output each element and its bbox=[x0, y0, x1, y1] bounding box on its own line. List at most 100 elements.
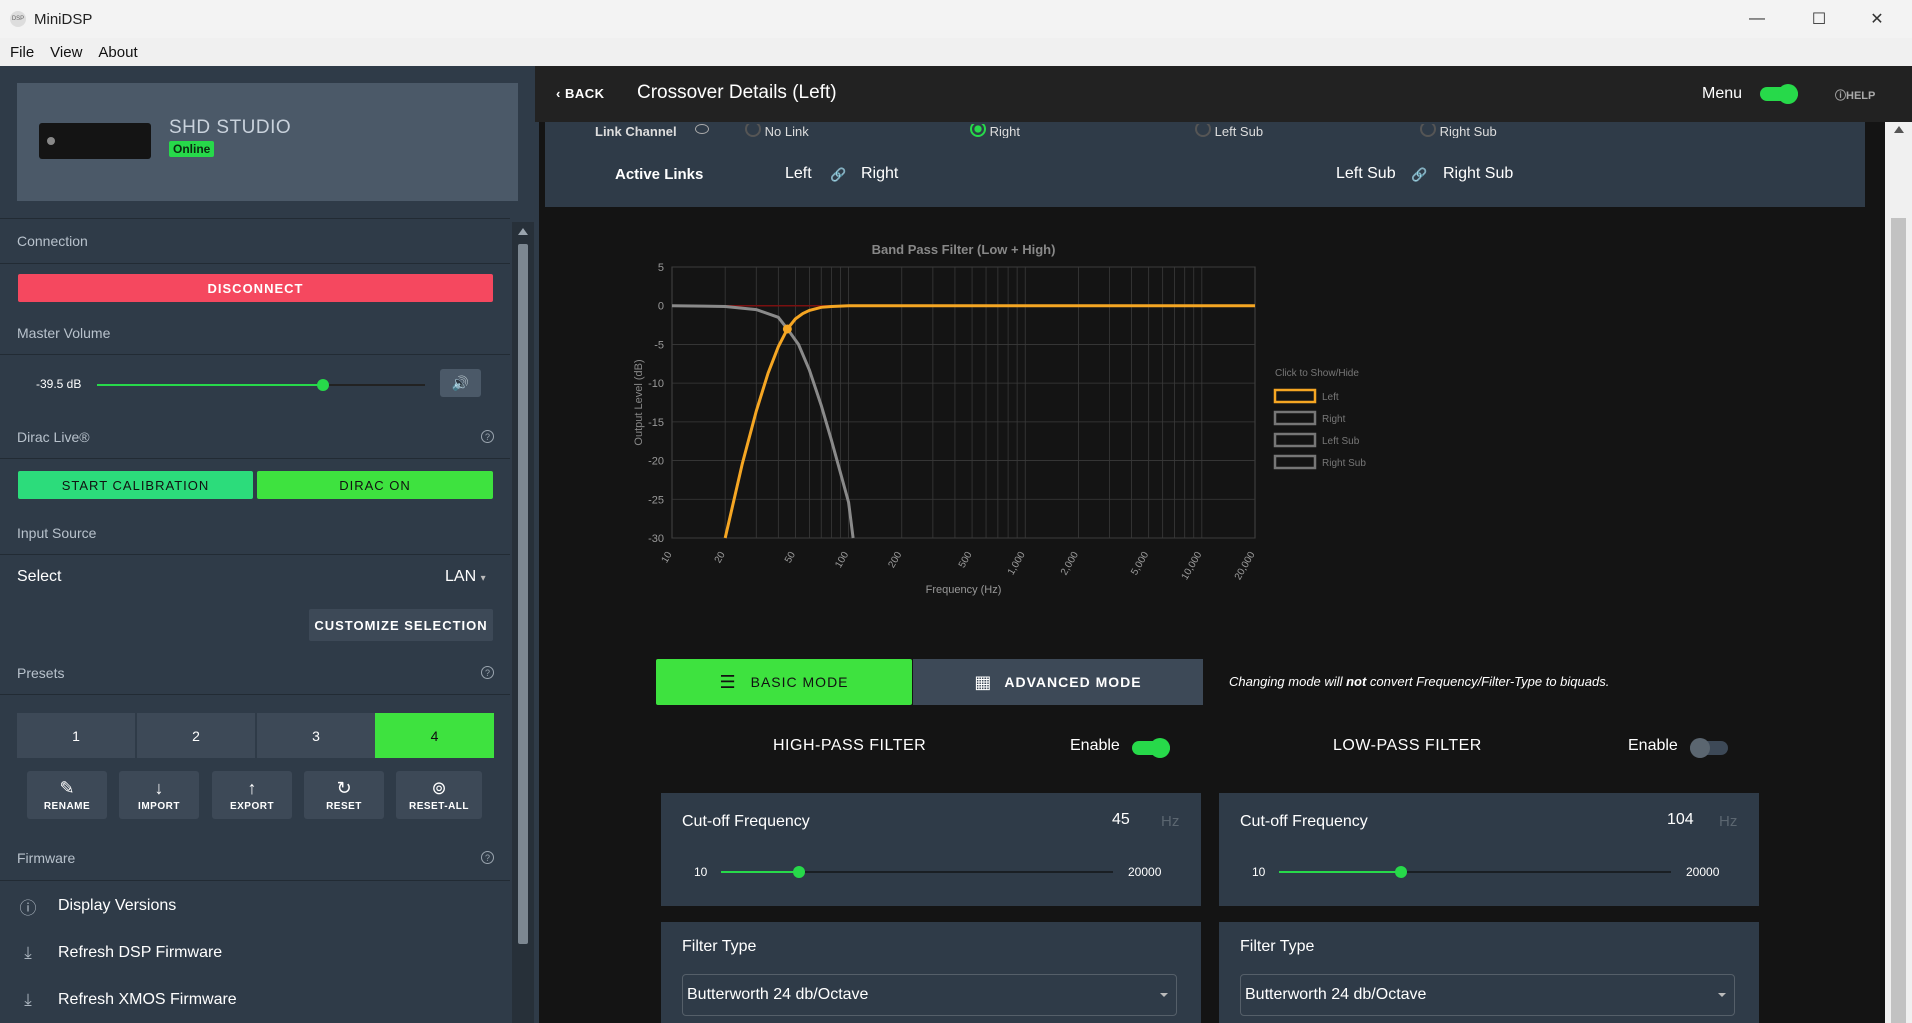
input-source-title: Input Source bbox=[17, 525, 97, 541]
x-tick-label: 5,000 bbox=[1129, 550, 1151, 578]
import-button[interactable]: ↓ IMPORT bbox=[119, 771, 199, 819]
sidebar-scroll-thumb[interactable] bbox=[518, 244, 528, 944]
active-link-b: Right Sub bbox=[1443, 165, 1514, 182]
hp-cutoff-slider[interactable] bbox=[721, 866, 1113, 878]
main-panel: Link Channel No Link Right Left Sub Righ… bbox=[535, 66, 1912, 1023]
help-icon[interactable]: ? bbox=[481, 430, 494, 443]
basic-mode-button[interactable]: ☰ BASIC MODE bbox=[656, 659, 912, 705]
preset-1[interactable]: 1 bbox=[17, 713, 135, 758]
speaker-icon[interactable]: 🔊 bbox=[440, 369, 481, 397]
status-badge: Online bbox=[169, 141, 215, 157]
x-tick-label: 2,000 bbox=[1059, 550, 1081, 578]
lp-enable-toggle[interactable] bbox=[1690, 738, 1728, 758]
help-button[interactable]: ⓘHELP bbox=[1835, 87, 1875, 103]
lp-min: 10 bbox=[1252, 865, 1266, 879]
y-tick-label: -20 bbox=[648, 456, 664, 468]
help-icon[interactable]: ? bbox=[481, 851, 494, 864]
hp-filter-type-label: Filter Type bbox=[682, 938, 757, 955]
reset-all-button[interactable]: ⊚ RESET-ALL bbox=[396, 771, 482, 819]
radio-unselected-icon bbox=[1420, 124, 1436, 137]
menu-toggle[interactable] bbox=[1760, 84, 1798, 104]
customize-selection-button[interactable]: CUSTOMIZE SELECTION bbox=[309, 609, 493, 641]
x-tick-label: 10,000 bbox=[1180, 550, 1205, 582]
volume-handle[interactable] bbox=[317, 379, 330, 391]
hp-min: 10 bbox=[694, 865, 708, 879]
close-icon[interactable]: ✕ bbox=[1848, 0, 1906, 38]
back-button[interactable]: ‹ BACK bbox=[556, 86, 605, 101]
import-icon: ↓ bbox=[154, 778, 164, 798]
divider bbox=[0, 880, 510, 881]
input-source-select[interactable]: LAN ▾ bbox=[445, 568, 486, 586]
legend-item: Right bbox=[1322, 414, 1346, 425]
band-pass-chart: Band Pass Filter (Low + High)50-5-10-15-… bbox=[633, 242, 1366, 596]
link-icon: 🔗 bbox=[1411, 167, 1428, 182]
mode-note: Changing mode will not convert Frequency… bbox=[1229, 674, 1609, 689]
y-axis-label: Output Level (dB) bbox=[633, 359, 645, 445]
x-axis-label: Frequency (Hz) bbox=[926, 584, 1002, 596]
display-versions-item[interactable]: ⓘ Display Versions bbox=[17, 895, 177, 918]
reset-all-icon: ⊚ bbox=[431, 778, 447, 798]
menu-file[interactable]: File bbox=[10, 44, 34, 61]
scroll-up-icon[interactable] bbox=[518, 228, 528, 235]
rename-label: RENAME bbox=[43, 801, 91, 812]
hp-enable-toggle[interactable] bbox=[1132, 738, 1170, 758]
window-title: MiniDSP bbox=[34, 10, 93, 28]
hp-filter-type-value: Butterworth 24 db/Octave bbox=[687, 986, 869, 1003]
link-option-right[interactable]: Right bbox=[970, 124, 1020, 138]
rename-button[interactable]: ✎ RENAME bbox=[27, 771, 107, 819]
sidebar-scrollbar[interactable] bbox=[512, 222, 534, 1023]
volume-fill bbox=[97, 384, 324, 386]
menu-view[interactable]: View bbox=[50, 44, 82, 61]
left-sub-label: Left Sub bbox=[1214, 124, 1264, 138]
start-calibration-button[interactable]: START CALIBRATION bbox=[18, 471, 253, 499]
radio-unselected-icon bbox=[745, 124, 761, 137]
refresh-xmos-firmware-item[interactable]: ⤓ Refresh XMOS Firmware bbox=[17, 989, 236, 1011]
hp-filter-type-select[interactable]: Butterworth 24 db/Octave bbox=[682, 974, 1177, 1016]
legend-item: Left Sub bbox=[1322, 436, 1360, 447]
x-tick-label: 10 bbox=[660, 550, 675, 566]
lp-cutoff-slider[interactable] bbox=[1279, 866, 1671, 878]
link-option-no-link[interactable]: No Link bbox=[745, 124, 809, 138]
crossover-point bbox=[782, 324, 792, 334]
refresh-dsp-firmware-item[interactable]: ⤓ Refresh DSP Firmware bbox=[17, 942, 222, 964]
refresh-dsp-firmware-label: Refresh DSP Firmware bbox=[58, 944, 223, 961]
help-icon: ⓘ bbox=[1835, 90, 1846, 102]
help-icon[interactable]: ? bbox=[481, 666, 494, 679]
minimize-icon[interactable]: — bbox=[1728, 0, 1786, 38]
volume-slider[interactable] bbox=[97, 379, 425, 391]
firmware-title: Firmware bbox=[17, 850, 76, 866]
link-option-left-sub[interactable]: Left Sub bbox=[1195, 124, 1263, 138]
dirac-on-button[interactable]: DIRAC ON bbox=[257, 471, 493, 499]
legend-title: Click to Show/Hide bbox=[1275, 368, 1359, 379]
preset-3[interactable]: 3 bbox=[257, 713, 375, 758]
hp-cutoff-value[interactable]: 45 bbox=[1112, 811, 1130, 829]
export-button[interactable]: ↑ EXPORT bbox=[212, 771, 292, 819]
advanced-mode-button[interactable]: ▦ ADVANCED MODE bbox=[913, 659, 1203, 705]
preset-4[interactable]: 4 bbox=[375, 713, 494, 758]
active-link-b: Right bbox=[861, 165, 899, 182]
x-tick-label: 100 bbox=[833, 550, 851, 570]
slider-handle[interactable] bbox=[793, 866, 806, 878]
maximize-icon[interactable]: ☐ bbox=[1790, 0, 1848, 38]
slider-handle[interactable] bbox=[1394, 866, 1407, 878]
preset-2[interactable]: 2 bbox=[137, 713, 255, 758]
reset-button[interactable]: ↻ RESET bbox=[304, 771, 384, 819]
lp-cutoff-value[interactable]: 104 bbox=[1667, 811, 1694, 829]
right-label: Right bbox=[989, 124, 1020, 138]
help-icon[interactable] bbox=[695, 124, 709, 134]
export-icon: ↑ bbox=[247, 778, 257, 798]
scroll-up-icon[interactable] bbox=[1894, 126, 1904, 133]
menu-about[interactable]: About bbox=[98, 44, 137, 61]
link-option-right-sub[interactable]: Right Sub bbox=[1420, 124, 1497, 138]
lp-filter-type-value: Butterworth 24 db/Octave bbox=[1245, 986, 1427, 1003]
chart-title: Band Pass Filter (Low + High) bbox=[872, 242, 1056, 257]
disconnect-button[interactable]: DISCONNECT bbox=[18, 274, 493, 302]
menu-bar: File View About bbox=[0, 38, 1912, 66]
y-tick-label: -25 bbox=[648, 494, 664, 506]
main-scroll-thumb[interactable] bbox=[1891, 218, 1906, 1023]
lp-filter-type-select[interactable]: Butterworth 24 db/Octave bbox=[1240, 974, 1735, 1016]
page-header: ‹ BACK Crossover Details (Left) Menu ⓘHE… bbox=[535, 66, 1912, 122]
download-icon: ⤓ bbox=[24, 990, 32, 1009]
volume-value: -39.5 dB bbox=[36, 377, 82, 391]
main-scrollbar[interactable] bbox=[1885, 122, 1912, 1023]
